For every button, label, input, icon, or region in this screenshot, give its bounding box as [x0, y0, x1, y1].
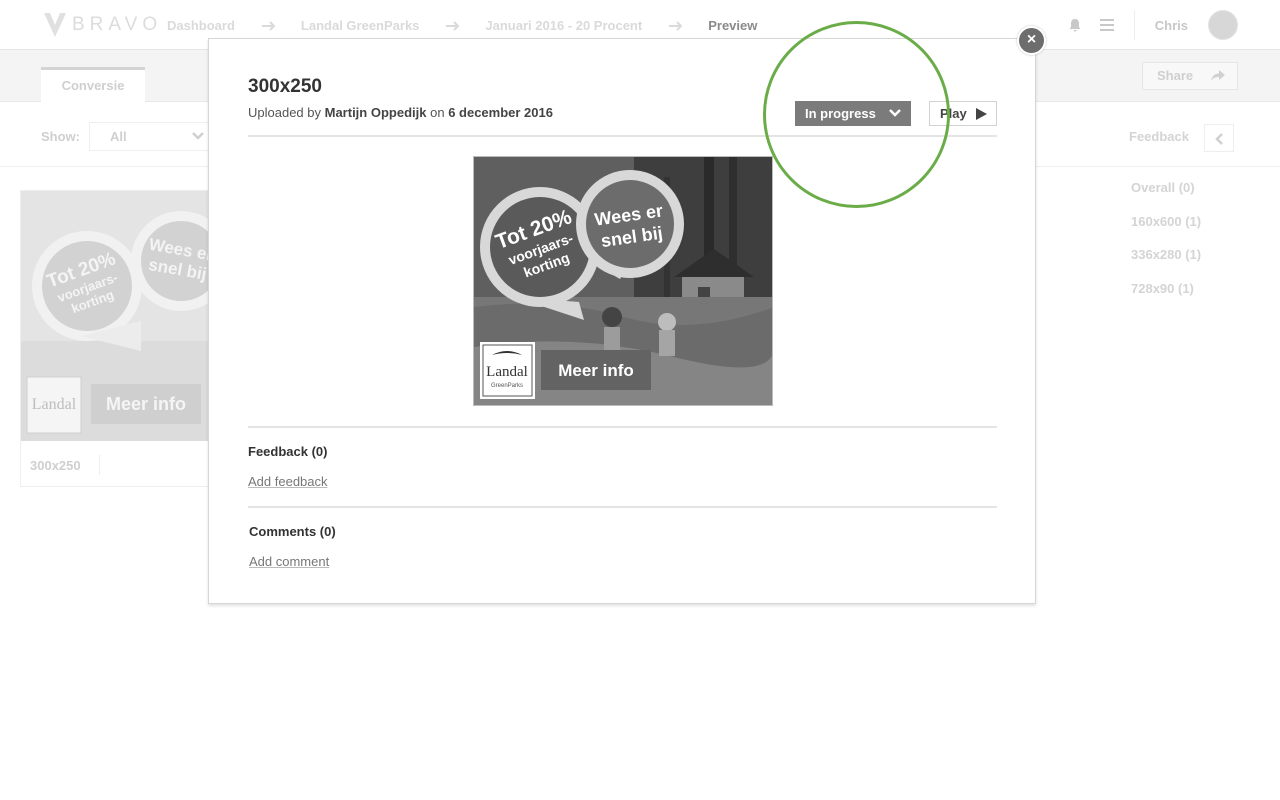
feedback-list-item[interactable]: 160x600 (1): [1131, 214, 1201, 248]
share-label: Share: [1157, 68, 1194, 83]
divider: [248, 426, 997, 428]
feedback-list-item[interactable]: 336x280 (1): [1131, 247, 1201, 281]
comments-section-title: Comments (0): [249, 524, 336, 539]
bravo-logo[interactable]: BRAVO: [42, 10, 162, 40]
show-select-value: All: [110, 129, 127, 144]
chevron-down-icon: [192, 132, 204, 140]
upload-date: 6 december 2016: [448, 105, 553, 120]
feedback-list-item[interactable]: Overall (0): [1131, 180, 1201, 214]
chevron-left-icon: [1215, 133, 1223, 145]
feedback-list: Overall (0) 160x600 (1) 336x280 (1) 728x…: [1131, 180, 1201, 314]
banner-logo: Landal: [486, 364, 528, 380]
share-button[interactable]: Share: [1142, 62, 1238, 90]
add-comment-link[interactable]: Add comment: [249, 554, 329, 569]
add-feedback-link[interactable]: Add feedback: [248, 474, 328, 489]
show-select[interactable]: All: [89, 122, 209, 151]
close-button[interactable]: ×: [1017, 26, 1046, 55]
play-icon: [976, 108, 987, 120]
breadcrumb-dashboard[interactable]: Dashboard: [167, 18, 235, 33]
menu-icon[interactable]: [1099, 19, 1114, 31]
breadcrumb-separator-icon: [669, 20, 683, 31]
divider: [99, 455, 100, 475]
modal-title: 300x250: [248, 76, 322, 97]
uploaded-by-label: Uploaded by: [248, 105, 321, 120]
breadcrumb-separator-icon: [446, 20, 460, 31]
top-right-controls: Chris: [1068, 10, 1238, 40]
banner-preview-image: Tot 20% voorjaars- korting Wees er snel …: [474, 157, 772, 405]
highlight-circle: [763, 21, 950, 208]
feedback-section-title: Feedback (0): [248, 444, 328, 459]
banner-logo-sub: GreenParks: [491, 383, 523, 389]
logo-text: BRAVO: [72, 14, 163, 35]
card-logo: Landal: [32, 396, 77, 413]
breadcrumb-separator-icon: [261, 20, 275, 31]
avatar[interactable]: [1208, 10, 1238, 40]
bell-icon[interactable]: [1068, 18, 1082, 32]
breadcrumb-client[interactable]: Landal GreenParks: [301, 18, 420, 33]
divider: [248, 506, 997, 508]
banner-thumbnail[interactable]: Tot 20% voorjaars- korting Wees er snel …: [21, 191, 219, 441]
banner-cta: Meer info: [558, 361, 634, 380]
divider: [1133, 10, 1135, 40]
on-label: on: [430, 105, 445, 120]
uploader-name: Martijn Oppedijk: [324, 105, 427, 120]
tab-conversie[interactable]: Conversie: [41, 67, 145, 102]
upload-info: Uploaded by Martijn Oppedijk on 6 decemb…: [248, 105, 553, 120]
feedback-panel-label: Feedback: [1129, 129, 1189, 144]
feedback-collapse-button[interactable]: [1204, 124, 1234, 152]
breadcrumb-current: Preview: [708, 18, 758, 33]
share-arrow-icon: [1211, 70, 1225, 81]
banner-thumbnail-image: Tot 20% voorjaars- korting Wees er snel …: [21, 191, 219, 441]
breadcrumb-campaign[interactable]: Januari 2016 - 20 Procent: [485, 18, 642, 33]
breadcrumb: Dashboard Landal GreenParks Januari 2016…: [167, 18, 757, 33]
card-cta: Meer info: [106, 394, 186, 414]
user-name[interactable]: Chris: [1155, 18, 1188, 33]
show-label: Show:: [41, 129, 80, 144]
feedback-list-item[interactable]: 728x90 (1): [1131, 281, 1201, 315]
logo-v-icon: [44, 13, 66, 37]
banner-card[interactable]: Tot 20% voorjaars- korting Wees er snel …: [20, 190, 220, 487]
banner-card-name: 300x250: [30, 458, 81, 473]
banner-preview: Tot 20% voorjaars- korting Wees er snel …: [473, 156, 773, 406]
